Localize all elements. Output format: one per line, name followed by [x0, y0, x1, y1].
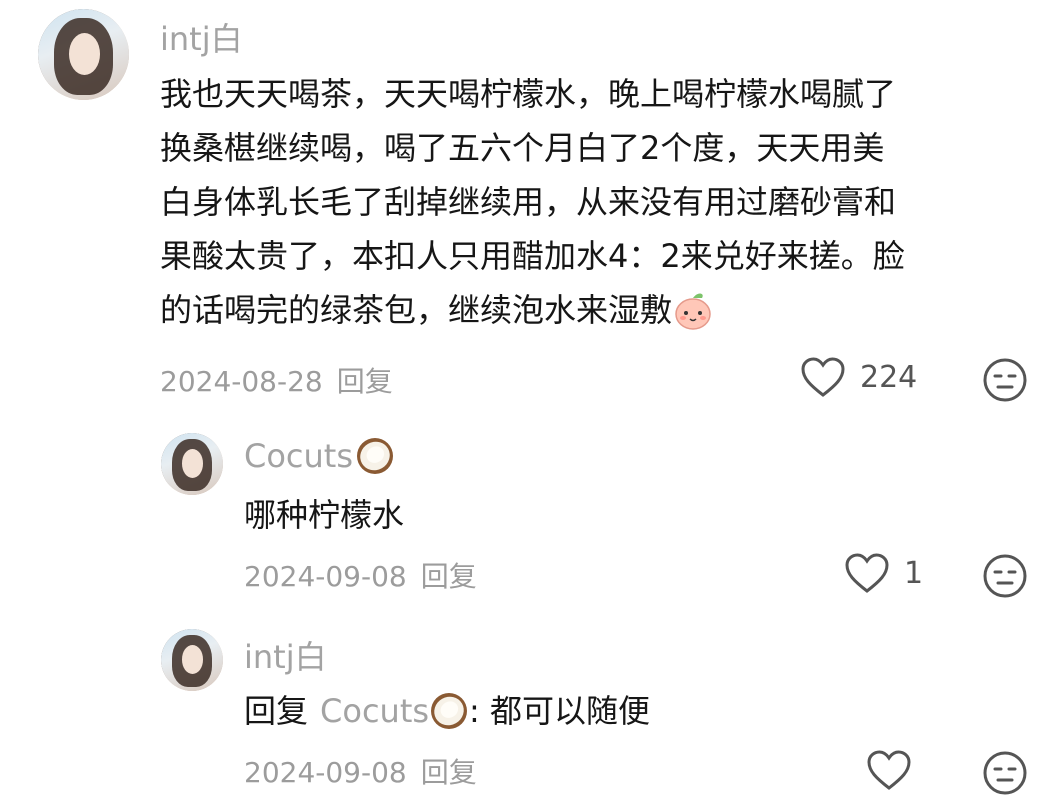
comment-text-line: 白身体乳长毛了刮掉继续用，从来没有用过磨砂膏和	[160, 183, 897, 221]
comment-date: 2024-08-28	[160, 365, 323, 398]
heart-outline-icon	[801, 357, 845, 397]
peach-face-emoji-icon	[675, 293, 711, 330]
comment-text-line: 换桑椹继续喝，喝了五六个月白了2个度，天天用美	[160, 129, 885, 167]
heart-outline-icon	[845, 553, 889, 593]
reply-button[interactable]: 回复	[421, 756, 477, 789]
avatar[interactable]	[38, 9, 129, 100]
comment-meta: 2024-09-08 回复	[244, 751, 491, 791]
comment-username[interactable]: intj白	[160, 14, 243, 60]
comment-date: 2024-09-08	[244, 756, 407, 789]
comment-text: 回复 Cocuts : 都可以随便	[244, 684, 650, 738]
like-button[interactable]	[866, 749, 912, 791]
comment-username[interactable]: Cocuts	[244, 436, 395, 476]
comment-last-line: 的话喝完的绿茶包，继续泡水来湿敷	[160, 283, 905, 337]
comment-text-line: 的话喝完的绿茶包，继续泡水来湿敷	[160, 291, 673, 329]
avatar[interactable]	[161, 433, 223, 495]
comment-text-line: 我也天天喝茶，天天喝柠檬水，晚上喝柠檬水喝腻了	[160, 75, 897, 113]
avatar[interactable]	[161, 629, 223, 691]
like-button[interactable]: 224	[800, 356, 917, 398]
comment-text: 哪种柠檬水	[244, 496, 405, 534]
like-count: 1	[904, 555, 924, 591]
comment-text: 我也天天喝茶，天天喝柠檬水，晚上喝柠檬水喝腻了 换桑椹继续喝，喝了五六个月白了2…	[160, 67, 905, 337]
heart-outline-icon	[867, 750, 911, 790]
reply-text: : 都可以随便	[469, 692, 650, 730]
meh-face-icon[interactable]	[982, 357, 1028, 403]
meh-face-icon[interactable]	[982, 553, 1028, 599]
reply-prefix: 回复	[244, 692, 309, 730]
reply-to-username[interactable]: Cocuts	[320, 684, 429, 738]
meh-face-icon[interactable]	[982, 750, 1028, 796]
reply-button[interactable]: 回复	[337, 365, 393, 398]
like-button[interactable]: 1	[844, 552, 923, 594]
coconut-emoji-icon	[431, 693, 468, 729]
reply-button[interactable]: 回复	[421, 560, 477, 593]
comment-meta: 2024-08-28 回复	[160, 360, 407, 400]
comment-date: 2024-09-08	[244, 560, 407, 593]
comment-meta: 2024-09-08 回复	[244, 555, 491, 595]
comment-username[interactable]: intj白	[244, 632, 327, 678]
coconut-emoji-icon	[357, 438, 394, 474]
like-count: 224	[860, 359, 918, 395]
comment-text-line: 果酸太贵了，本扣人只用醋加水4：2来兑好来搓。脸	[160, 237, 905, 275]
